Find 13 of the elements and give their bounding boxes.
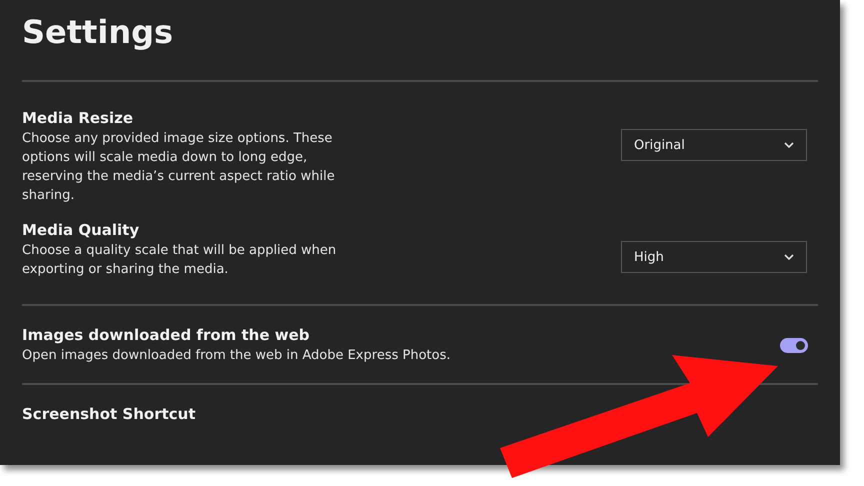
setting-label: Screenshot Shortcut — [22, 404, 197, 425]
setting-label: Media Resize — [22, 108, 134, 129]
dropdown[interactable]: Original — [621, 129, 807, 161]
chevron-down-icon — [784, 142, 794, 148]
setting-description: Open images downloaded from the web in Adobe Express Photos. — [22, 347, 452, 365]
toggle-switch[interactable] — [780, 338, 808, 353]
setting-label: Images downloaded from the web — [22, 325, 311, 346]
setting-description: Choose any provided image size options. These options will scale media down to long edge, reserving the media’s current aspect ratio while sharing. — [22, 130, 336, 205]
dropdown[interactable]: High — [621, 241, 807, 273]
chevron-down-icon — [784, 254, 794, 260]
setting-label: Media Quality — [22, 220, 140, 241]
setting-description: Choose a quality scale that will be applied when exporting or sharing the media. — [22, 242, 338, 279]
page-title: Settings — [22, 12, 174, 53]
